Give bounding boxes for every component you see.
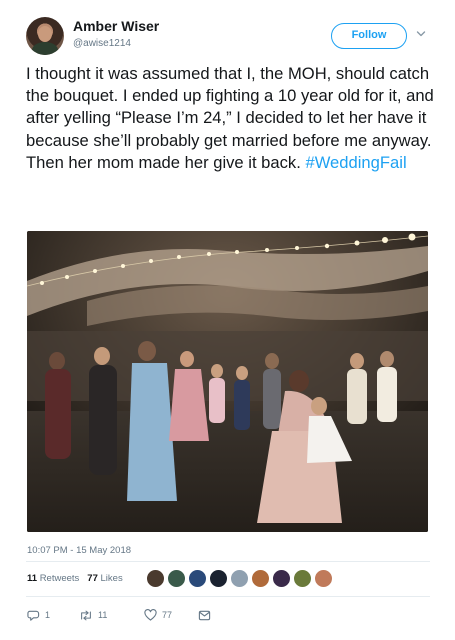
tweet-actions: 1 11 77	[27, 606, 227, 624]
liker-avatar[interactable]	[146, 569, 165, 588]
author-handle[interactable]: @awise1214	[73, 38, 131, 49]
retweet-count: 11	[98, 610, 108, 620]
follow-button[interactable]: Follow	[331, 23, 407, 49]
retweet-icon	[81, 610, 91, 620]
liker-avatar[interactable]	[230, 569, 249, 588]
liker-avatar[interactable]	[293, 569, 312, 588]
retweets-count[interactable]: 11	[27, 573, 37, 584]
retweet-action[interactable]: 11	[79, 606, 107, 624]
likes-label[interactable]: Likes	[101, 573, 123, 584]
engagement-stats: 11 Retweets 77 Likes	[27, 573, 123, 584]
heart-icon	[144, 609, 157, 621]
direct-message-action[interactable]	[198, 606, 216, 624]
likes-count[interactable]: 77	[87, 573, 98, 584]
avatar-face	[38, 26, 52, 42]
chevron-down-icon[interactable]	[416, 29, 426, 39]
direct-message-icon	[198, 610, 211, 620]
retweets-label[interactable]: Retweets	[40, 573, 80, 584]
divider	[26, 561, 430, 562]
hashtag-link[interactable]: #WeddingFail	[305, 153, 406, 172]
like-action[interactable]: 77	[144, 606, 172, 624]
like-count: 77	[162, 610, 173, 620]
liker-avatar[interactable]	[314, 569, 333, 588]
author-avatar[interactable]	[26, 17, 64, 55]
liker-avatar[interactable]	[209, 569, 228, 588]
tweet-timestamp[interactable]: 10:07 PM - 15 May 2018	[27, 545, 131, 556]
tweet-card: Amber Wiser @awise1214 Follow I thought …	[0, 0, 455, 640]
avatar-body	[32, 42, 58, 55]
liker-avatar[interactable]	[188, 569, 207, 588]
tweet-text: I thought it was assumed that I, the MOH…	[26, 63, 436, 174]
author-name[interactable]: Amber Wiser	[73, 18, 159, 34]
tweet-photo[interactable]	[27, 231, 428, 532]
wedding-photo	[27, 231, 428, 532]
reply-count: 1	[45, 610, 51, 620]
reply-action[interactable]: 1	[27, 606, 50, 624]
liker-avatar[interactable]	[167, 569, 186, 588]
liker-avatar[interactable]	[251, 569, 270, 588]
divider	[26, 596, 430, 597]
liker-avatar[interactable]	[272, 569, 291, 588]
reply-icon	[27, 610, 40, 621]
